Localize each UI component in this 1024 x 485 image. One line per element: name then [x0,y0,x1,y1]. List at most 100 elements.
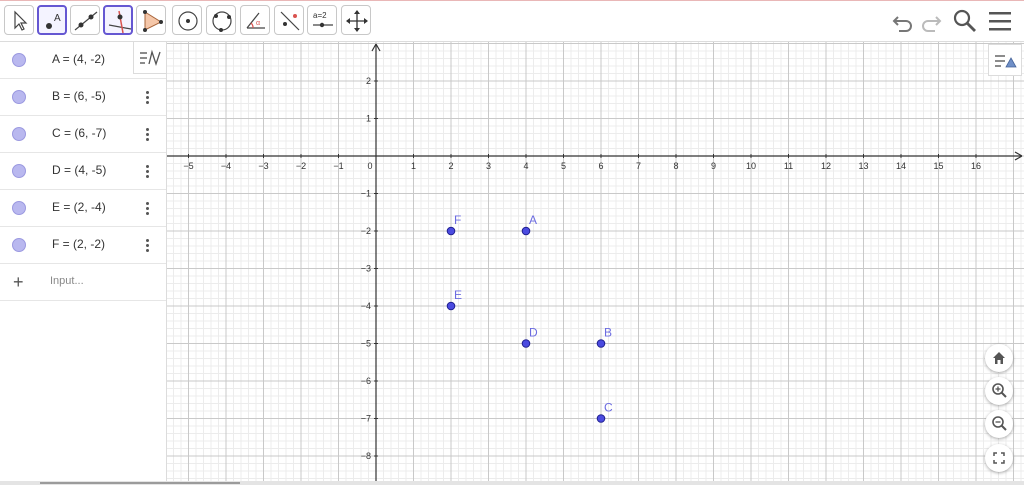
visibility-toggle[interactable] [12,238,26,252]
toolbar-top-border [0,0,1024,1]
more-options-icon[interactable] [142,237,152,255]
algebra-item-label[interactable]: C = (6, -7) [52,126,106,140]
menu-icon [989,12,1011,31]
perpendicular-line-tool-icon [108,10,132,34]
x-tick-label: −3 [258,161,268,171]
zoom-in-button[interactable] [985,377,1013,405]
angle-tool-icon: α [246,12,265,29]
point-e[interactable] [446,301,456,311]
y-tick-label: 2 [366,76,371,86]
point-label-a[interactable]: A [529,213,537,227]
x-tick-label: −5 [183,161,193,171]
redo-button[interactable] [918,8,944,34]
polygon-tool-button[interactable] [136,5,166,35]
polygon-tool-icon [143,10,163,32]
point-label-d[interactable]: D [529,326,538,340]
x-tick-label: 2 [448,161,453,171]
point-a[interactable] [521,226,531,236]
visibility-toggle[interactable] [12,164,26,178]
slider-tool-text: a=2 [313,11,327,20]
x-tick-label: 11 [784,161,793,171]
style-bar-icon [140,49,161,67]
algebra-item[interactable]: D = (4, -5) [0,153,166,190]
algebra-item[interactable]: C = (6, -7) [0,116,166,153]
point-tool-button[interactable]: A [37,5,67,35]
main-menu-button[interactable] [987,8,1013,34]
fullscreen-button[interactable] [985,444,1013,472]
point-f[interactable] [446,226,456,236]
algebra-style-bar-button[interactable] [133,42,167,74]
algebra-item-label[interactable]: A = (4, -2) [52,52,105,66]
search-button[interactable] [952,8,978,34]
point-label-e[interactable]: E [454,288,462,302]
svg-text:α: α [256,20,260,27]
graphics-view[interactable]: −5 −4 −3 −2 −1 0 1 2 3 4 5 6 7 8 9 10 11 12 13 14 15 16 2 1 −1−… [167,42,1024,485]
x-tick-label: 14 [896,161,906,171]
visibility-toggle[interactable] [12,127,26,141]
algebra-item-label[interactable]: D = (4, -5) [52,163,106,177]
algebra-item-label[interactable]: E = (2, -4) [52,200,106,214]
x-tick-label: 6 [598,161,603,171]
algebra-item-label[interactable]: B = (6, -5) [52,89,106,103]
x-tick-label: 0 [367,161,372,171]
more-options-icon[interactable] [142,163,152,181]
circle-three-points-tool-button[interactable] [206,5,236,35]
undo-icon [892,16,912,32]
circle-center-point-tool-icon [178,11,198,31]
y-tick-label: −6 [361,376,371,386]
visibility-toggle[interactable] [12,201,26,215]
zoom-out-button[interactable] [985,410,1013,438]
major-grid-lines [167,42,1024,485]
algebra-view: A = (4, -2) B = (6, -5) C = (6, -7) D = … [0,42,167,485]
point-b[interactable] [596,339,606,348]
slider-tool-button[interactable]: a=2 [307,5,337,35]
y-tick-label: −8 [361,451,371,461]
circle-three-points-tool-icon [212,11,232,32]
move-tool-button[interactable] [4,5,34,35]
algebra-item-label[interactable]: F = (2, -2) [52,237,105,251]
more-options-icon[interactable] [142,126,152,144]
point-label-b[interactable]: B [604,326,612,340]
y-tick-label: −1 [361,189,371,199]
algebra-input[interactable]: Input... [50,275,84,287]
y-tick-label: −3 [361,264,371,274]
coordinate-grid[interactable]: −5 −4 −3 −2 −1 0 1 2 3 4 5 6 7 8 9 10 11 12 13 14 15 16 21−1−… [167,42,1024,485]
undo-button[interactable] [890,8,916,34]
circle-center-point-tool-button[interactable] [172,5,202,35]
redo-icon [922,16,942,32]
y-tick-label: −5 [361,339,371,349]
reflect-tool-button[interactable] [274,5,304,35]
reflect-tool-icon [280,11,300,31]
y-tick-label: −4 [361,301,371,311]
x-tick-label: 3 [486,161,491,171]
more-options-icon[interactable] [142,200,152,218]
point-tool-icon: A [46,13,61,29]
fullscreen-icon [993,452,1005,464]
point-label-c[interactable]: C [604,401,613,415]
point-d[interactable] [521,339,531,348]
algebra-item[interactable]: B = (6, -5) [0,79,166,116]
x-tick-label: 4 [523,161,528,171]
point-label-f[interactable]: F [454,213,461,227]
x-tick-label: 12 [821,161,831,171]
more-options-icon[interactable] [142,89,152,107]
perpendicular-line-tool-button[interactable] [103,5,133,35]
algebra-item[interactable]: E = (2, -4) [0,190,166,227]
algebra-item[interactable]: F = (2, -2) [0,227,166,264]
add-icon[interactable]: + [13,272,24,293]
y-tick-label: −2 [361,226,371,236]
graphics-style-bar-button[interactable] [988,44,1022,76]
point-c[interactable] [596,414,606,423]
move-graphics-view-tool-button[interactable] [341,5,371,35]
visibility-toggle[interactable] [12,90,26,104]
angle-tool-button[interactable]: α [240,5,270,35]
zoom-out-icon [992,416,1007,431]
visibility-toggle[interactable] [12,53,26,67]
bottom-scroll-indicator [40,482,240,484]
algebra-input-row[interactable]: + Input... [0,264,166,301]
x-tick-label: 16 [971,161,981,171]
home-button[interactable] [985,344,1013,372]
line-tool-button[interactable] [70,5,100,35]
move-graphics-view-tool-icon [346,10,368,32]
x-tick-label: −1 [333,161,343,171]
